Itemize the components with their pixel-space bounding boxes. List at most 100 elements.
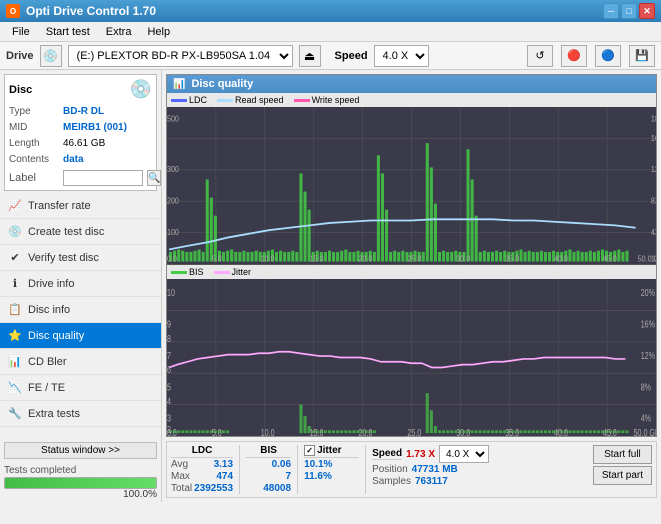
stats-bis-col: BIS 0.06 7 48008 <box>246 445 291 494</box>
label-search-btn[interactable]: 🔍 <box>147 170 161 186</box>
bis-header: BIS <box>246 445 291 458</box>
close-button[interactable]: ✕ <box>639 3 655 19</box>
toolbar-btn-2[interactable]: 🔴 <box>561 45 587 67</box>
drive-select[interactable]: (E:) PLEXTOR BD-R PX-LB950SA 1.04 <box>68 45 293 67</box>
sidebar-item-cd-bler[interactable]: 📊 CD Bler <box>0 349 161 375</box>
svg-text:100: 100 <box>167 227 179 237</box>
menu-help[interactable]: Help <box>139 24 178 40</box>
stats-ldc-col: LDC Avg 3.13 Max 474 Total 2392553 <box>171 445 233 494</box>
svg-text:5: 5 <box>167 381 171 393</box>
sidebar-label-drive-info: Drive info <box>28 278 74 290</box>
menu-file[interactable]: File <box>4 24 38 40</box>
divider-3 <box>365 445 366 494</box>
eject-button[interactable]: ⏏ <box>299 45 321 67</box>
bis-avg-val: 0.06 <box>272 459 291 470</box>
top-chart-svg: 18X 16X 12X 8X 4X 1X 500 300 200 100 <box>167 107 656 264</box>
extra-tests-icon: 🔧 <box>8 407 22 421</box>
svg-text:15.0: 15.0 <box>310 254 324 264</box>
svg-text:20%: 20% <box>641 287 655 299</box>
sidebar-item-transfer-rate[interactable]: 📈 Transfer rate <box>0 193 161 219</box>
jitter-avg-val: 10.1% <box>304 459 359 470</box>
svg-text:3: 3 <box>167 413 171 425</box>
svg-text:18X: 18X <box>651 114 656 124</box>
menubar: File Start test Extra Help <box>0 22 661 42</box>
svg-text:20.0: 20.0 <box>359 427 373 436</box>
length-label: Length <box>9 136 59 152</box>
svg-text:16%: 16% <box>641 318 655 330</box>
toolbar-btn-save[interactable]: 💾 <box>629 45 655 67</box>
drive-label: Drive <box>6 50 34 62</box>
svg-text:8X: 8X <box>651 196 656 206</box>
start-part-button[interactable]: Start part <box>593 466 652 485</box>
sidebar-label-transfer-rate: Transfer rate <box>28 200 91 212</box>
chart-title-bar: 📊 Disc quality <box>167 75 656 93</box>
svg-text:4: 4 <box>167 395 171 407</box>
disc-panel: Disc 💿 Type BD-R DL MID MEIRB1 (001) Len… <box>4 74 157 191</box>
label-input[interactable] <box>63 170 143 186</box>
max-label-ldc: Max <box>171 471 190 482</box>
action-buttons: Start full Start part <box>593 445 652 485</box>
sidebar-label-fe-te: FE / TE <box>28 382 65 394</box>
legend-ldc: LDC <box>171 95 207 105</box>
legend-write-speed: Write speed <box>294 95 360 105</box>
svg-text:12%: 12% <box>641 350 655 362</box>
ldc-max-row: Max 474 <box>171 471 233 482</box>
fe-te-icon: 📉 <box>8 381 22 395</box>
disc-header: Disc 💿 <box>9 79 152 100</box>
menu-start-test[interactable]: Start test <box>38 24 98 40</box>
length-value: 46.61 GB <box>63 136 105 152</box>
sidebar-item-fe-te[interactable]: 📉 FE / TE <box>0 375 161 401</box>
svg-text:50.0 GB: 50.0 GB <box>638 254 656 264</box>
chart-title-icon: 📊 <box>173 79 185 90</box>
disc-length-row: Length 46.61 GB <box>9 136 152 152</box>
titlebar: O Opti Drive Control 1.70 ─ □ ✕ <box>0 0 661 22</box>
sidebar-label-cd-bler: CD Bler <box>28 356 67 368</box>
svg-text:25.0: 25.0 <box>407 427 421 436</box>
drivebar: Drive 💿 (E:) PLEXTOR BD-R PX-LB950SA 1.0… <box>0 42 661 70</box>
read-speed-color <box>217 99 233 102</box>
sidebar-item-create-test-disc[interactable]: 💿 Create test disc <box>0 219 161 245</box>
disc-title: Disc <box>9 84 32 96</box>
minimize-button[interactable]: ─ <box>603 3 619 19</box>
svg-text:40.0: 40.0 <box>554 427 568 436</box>
maximize-button[interactable]: □ <box>621 3 637 19</box>
speed-select-drive[interactable]: 4.0 X <box>374 45 429 67</box>
mid-label: MID <box>9 120 59 136</box>
ldc-total-row: Total 2392553 <box>171 483 233 494</box>
sidebar-item-disc-info[interactable]: 📋 Disc info <box>0 297 161 323</box>
svg-text:4X: 4X <box>651 227 656 237</box>
bis-total-row: 48008 <box>246 483 291 494</box>
bis-max-val: 7 <box>286 471 292 482</box>
svg-text:8: 8 <box>167 333 171 345</box>
jitter-checkbox[interactable]: ✓ <box>304 445 315 456</box>
svg-text:16X: 16X <box>651 133 656 143</box>
titlebar-controls[interactable]: ─ □ ✕ <box>603 3 655 19</box>
toolbar-btn-1[interactable]: ↺ <box>527 45 553 67</box>
svg-text:15.0: 15.0 <box>310 427 324 436</box>
legend-jitter: Jitter <box>214 267 252 277</box>
bis-total-val: 48008 <box>263 483 291 494</box>
samples-val: 763117 <box>415 476 448 487</box>
sidebar-item-drive-info[interactable]: ℹ Drive info <box>0 271 161 297</box>
svg-text:35.0: 35.0 <box>505 254 519 264</box>
titlebar-left: O Opti Drive Control 1.70 <box>6 4 156 18</box>
sidebar-item-extra-tests[interactable]: 🔧 Extra tests <box>0 401 161 427</box>
sidebar: Disc 💿 Type BD-R DL MID MEIRB1 (001) Len… <box>0 70 162 502</box>
svg-text:0.0: 0.0 <box>167 427 177 436</box>
menu-extra[interactable]: Extra <box>98 24 140 40</box>
ldc-total-val: 2392553 <box>194 483 233 494</box>
contents-value: data <box>63 152 84 168</box>
stats-speed-col: Speed 1.73 X 4.0 X Position 47731 MB Sam… <box>372 445 489 487</box>
start-full-button[interactable]: Start full <box>593 445 652 464</box>
sidebar-item-verify-test-disc[interactable]: ✔ Verify test disc <box>0 245 161 271</box>
speed-dropdown[interactable]: 4.0 X <box>439 445 489 463</box>
status-window-btn[interactable]: Status window >> <box>4 442 157 459</box>
svg-text:200: 200 <box>167 196 179 206</box>
sidebar-item-disc-quality[interactable]: ⭐ Disc quality <box>0 323 161 349</box>
svg-text:10: 10 <box>167 287 175 299</box>
drive-icon-btn[interactable]: 💿 <box>40 45 62 67</box>
ldc-avg-val: 3.13 <box>214 459 233 470</box>
svg-text:12X: 12X <box>651 165 656 175</box>
speed-current-val: 1.73 X <box>406 449 435 460</box>
toolbar-btn-3[interactable]: 🔵 <box>595 45 621 67</box>
